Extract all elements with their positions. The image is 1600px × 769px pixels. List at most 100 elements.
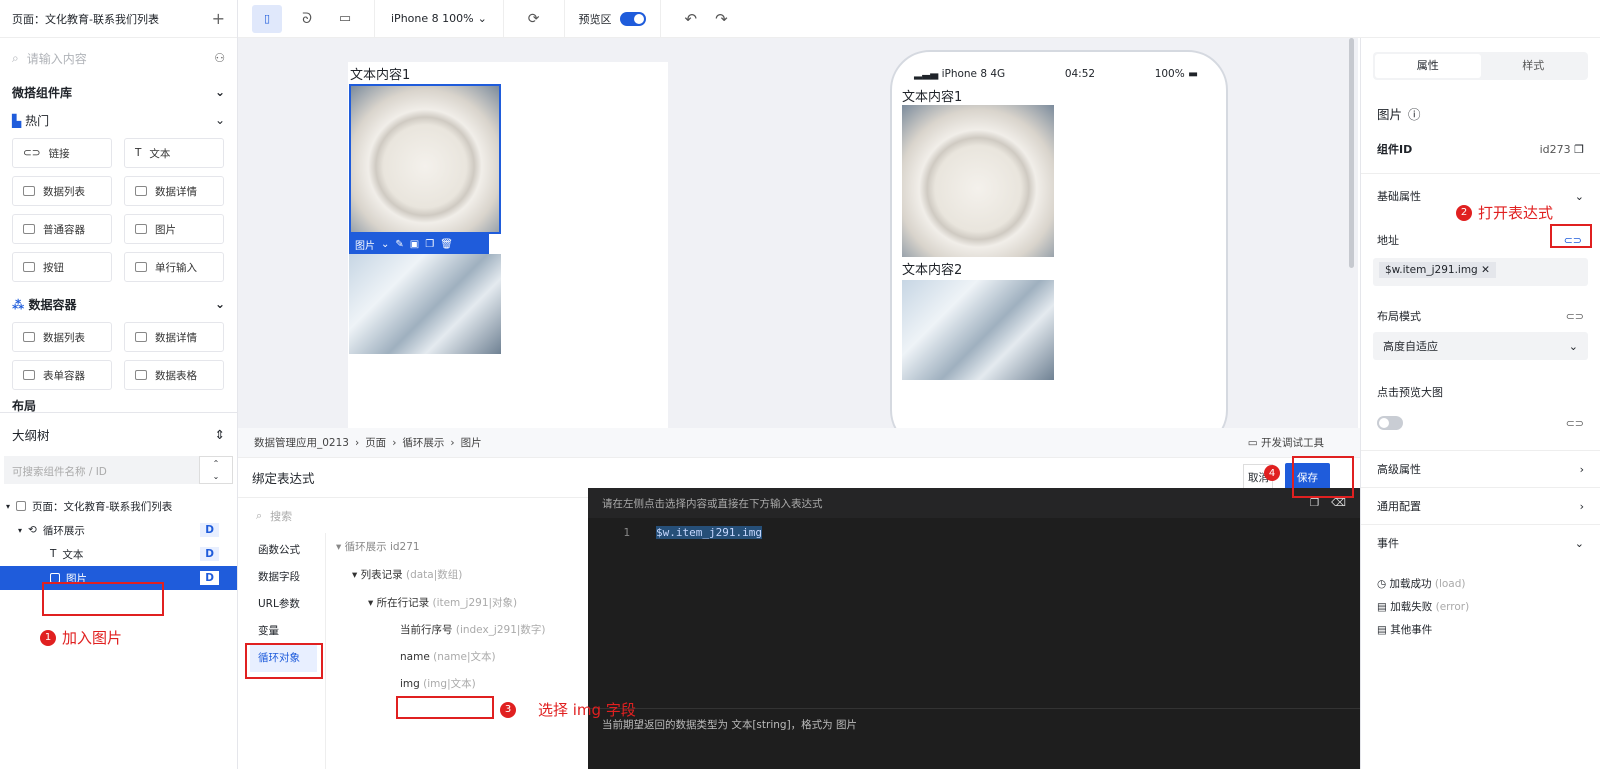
click-preview-toggle[interactable] bbox=[1377, 416, 1403, 430]
link-icon[interactable]: ⊂⊃ bbox=[1566, 417, 1584, 430]
redo-icon[interactable]: ↷ bbox=[697, 10, 728, 28]
link-icon[interactable]: ⊂⊃ bbox=[1566, 310, 1584, 323]
expression-tag[interactable]: $w.item_j291.img ✕ bbox=[1379, 262, 1496, 278]
common-config-header[interactable]: 通用配置 › bbox=[1361, 488, 1600, 524]
component-form[interactable]: 表单容器 bbox=[12, 360, 112, 390]
copy-icon[interactable]: ❐ bbox=[425, 239, 434, 250]
info-icon[interactable]: ⓘ bbox=[1408, 104, 1421, 123]
save-icon[interactable]: ▣ bbox=[410, 239, 419, 250]
clear-icon[interactable]: ⌫ bbox=[1331, 497, 1346, 509]
mobile-device-button[interactable]: ▯ bbox=[252, 4, 282, 33]
tab-style[interactable]: 样式 bbox=[1481, 54, 1587, 78]
device-select[interactable]: iPhone 8 100% ⌄ bbox=[375, 12, 503, 25]
tree-label: 循环展示 bbox=[42, 524, 85, 537]
category-item[interactable]: 变量 bbox=[238, 618, 325, 645]
desktop-icon[interactable]: ▭ bbox=[330, 11, 360, 26]
canvas-scrollbar[interactable] bbox=[1349, 38, 1354, 268]
tab-properties[interactable]: 属性 bbox=[1375, 54, 1481, 78]
component-input[interactable]: 单行输入 bbox=[124, 252, 224, 282]
copy-icon[interactable]: ❐ bbox=[1574, 143, 1584, 156]
canvas-image-selected[interactable] bbox=[349, 84, 501, 234]
component-label: 数据列表 bbox=[43, 331, 85, 344]
component-label: 普通容器 bbox=[43, 223, 85, 236]
outline-search-input[interactable]: 可搜索组件名称 / ID bbox=[4, 456, 199, 484]
category-item[interactable]: 函数公式 bbox=[238, 537, 325, 564]
page-selector[interactable]: 页面：文化教育-联系我们列表 ⌄ + bbox=[0, 0, 237, 38]
component-data-list[interactable]: 数据列表 bbox=[12, 322, 112, 352]
address-value-box[interactable]: $w.item_j291.img ✕ bbox=[1373, 258, 1588, 286]
event-item[interactable]: ▤ 加载失败 (error) bbox=[1377, 596, 1600, 619]
phone-text-2: 文本内容2 bbox=[902, 263, 963, 278]
tree-root[interactable]: ▾ 循环展示 id271 bbox=[334, 533, 588, 561]
detail-icon bbox=[135, 186, 147, 196]
component-container[interactable]: 普通容器 bbox=[12, 214, 112, 244]
code-text[interactable]: $w.item_j291.img bbox=[656, 526, 762, 539]
field-item[interactable]: name (name|文本) bbox=[334, 644, 588, 671]
category-item[interactable]: URL参数 bbox=[238, 591, 325, 618]
dev-tools-button[interactable]: ▭ 开发调试工具 bbox=[1248, 435, 1324, 450]
refresh-icon[interactable]: ⟳ bbox=[504, 11, 564, 27]
add-icon[interactable]: + bbox=[212, 9, 225, 28]
library-title: 微搭组件库 bbox=[12, 85, 73, 100]
dialog-search[interactable]: ⌕ 搜索 bbox=[238, 498, 588, 533]
library-header[interactable]: 微搭组件库 ⌄ bbox=[0, 78, 237, 106]
code-editor[interactable]: 请在左侧点击选择内容或直接在下方输入表达式 ❐ ⌫ 1 $w.item_j291.i… bbox=[588, 488, 1360, 769]
advanced-props-header[interactable]: 高级属性 › bbox=[1361, 451, 1600, 487]
breadcrumb-item[interactable]: 图片 bbox=[461, 435, 482, 450]
component-button[interactable]: 按钮 bbox=[12, 252, 112, 282]
annotation-box-4 bbox=[1292, 456, 1354, 498]
component-tree-icon[interactable]: ⚇ bbox=[214, 51, 225, 65]
events-header[interactable]: 事件 ⌄ bbox=[1361, 525, 1600, 561]
data-container-title: ⁂ 数据容器 bbox=[12, 296, 76, 313]
page-icon bbox=[16, 501, 27, 511]
tree-node-page[interactable]: ▾ 页面：文化教育-联系我们列表 bbox=[0, 494, 237, 518]
id-value-wrap: id273 ❐ bbox=[1540, 143, 1584, 156]
layout-mode-select[interactable]: 高度自适应 ⌄ bbox=[1373, 332, 1588, 360]
close-icon[interactable]: ✕ bbox=[1481, 264, 1490, 276]
outline-stepper[interactable]: ⌃ ⌄ bbox=[199, 456, 233, 484]
component-label: 单行输入 bbox=[155, 261, 197, 274]
top-toolbar: ▯ ᘐ ▭ iPhone 8 100% ⌄ ⟳ 预览区 ↶ ↷ bbox=[238, 0, 1600, 38]
events-label: 事件 bbox=[1377, 537, 1399, 550]
component-text[interactable]: T 文本 bbox=[124, 138, 224, 168]
component-table[interactable]: 数据表格 bbox=[124, 360, 224, 390]
search-input[interactable]: 搜索 bbox=[270, 508, 292, 524]
tree-node-loop[interactable]: ▾ ⟲ 循环展示 D bbox=[0, 518, 237, 542]
component-image[interactable]: 图片 bbox=[124, 214, 224, 244]
annotation-3: 3 选择 img 字段 bbox=[500, 699, 636, 720]
preview-toggle[interactable] bbox=[619, 11, 646, 26]
edit-icon[interactable]: ✎ bbox=[395, 239, 403, 250]
breadcrumb-item[interactable]: 循环展示 bbox=[402, 435, 444, 450]
event-item[interactable]: ▤ 其他事件 bbox=[1377, 619, 1600, 642]
breadcrumb-item[interactable]: 页面 bbox=[365, 435, 386, 450]
component-search[interactable]: ⌕ 请输入内容 ⚇ bbox=[0, 38, 237, 78]
component-title-row: 图片 ⓘ bbox=[1361, 104, 1600, 123]
copy-icon[interactable]: ❐ bbox=[1310, 497, 1319, 509]
layout-section-header[interactable]: 布局 bbox=[0, 398, 237, 413]
outline-header[interactable]: 大纲树 ⇕ bbox=[0, 412, 237, 456]
expand-icon[interactable]: ⇕ bbox=[215, 427, 225, 442]
data-container-header[interactable]: ⁂ 数据容器 ⌄ bbox=[0, 290, 237, 318]
tree-list[interactable]: ▾ 列表记录 (data|数组) bbox=[334, 561, 588, 589]
tree-node-text[interactable]: T 文本 D bbox=[0, 542, 237, 566]
chevron-down-icon[interactable]: ⌄ bbox=[381, 239, 389, 250]
category-item[interactable]: 数据字段 bbox=[238, 564, 325, 591]
field-item-img[interactable]: img (img|文本) bbox=[334, 671, 588, 698]
field-item[interactable]: 当前行序号 (index_j291|数字) bbox=[334, 617, 588, 644]
tree-row[interactable]: ▾ 所在行记录 (item_j291|对象) bbox=[334, 589, 588, 617]
component-data-list[interactable]: 数据列表 bbox=[12, 176, 112, 206]
undo-icon[interactable]: ↶ bbox=[661, 10, 698, 28]
breadcrumb-item[interactable]: 数据管理应用_0213 bbox=[254, 435, 349, 450]
delete-icon[interactable]: 🗑 bbox=[440, 239, 453, 250]
event-item[interactable]: ◷ 加载成功 (load) bbox=[1377, 573, 1600, 596]
search-input[interactable]: 请输入内容 bbox=[27, 50, 207, 67]
annotation-box-2 bbox=[1550, 224, 1592, 248]
component-data-detail[interactable]: 数据详情 bbox=[124, 176, 224, 206]
data-badge: D bbox=[200, 547, 219, 561]
component-data-detail[interactable]: 数据详情 bbox=[124, 322, 224, 352]
canvas-text[interactable]: 文本内容1 bbox=[348, 62, 668, 83]
mini-program-icon[interactable]: ᘐ bbox=[292, 11, 322, 27]
hot-section-header[interactable]: ▙ 热门 ⌄ bbox=[0, 106, 237, 134]
canvas-image-2[interactable] bbox=[349, 254, 501, 354]
component-link[interactable]: ⊂⊃ 链接 bbox=[12, 138, 112, 168]
